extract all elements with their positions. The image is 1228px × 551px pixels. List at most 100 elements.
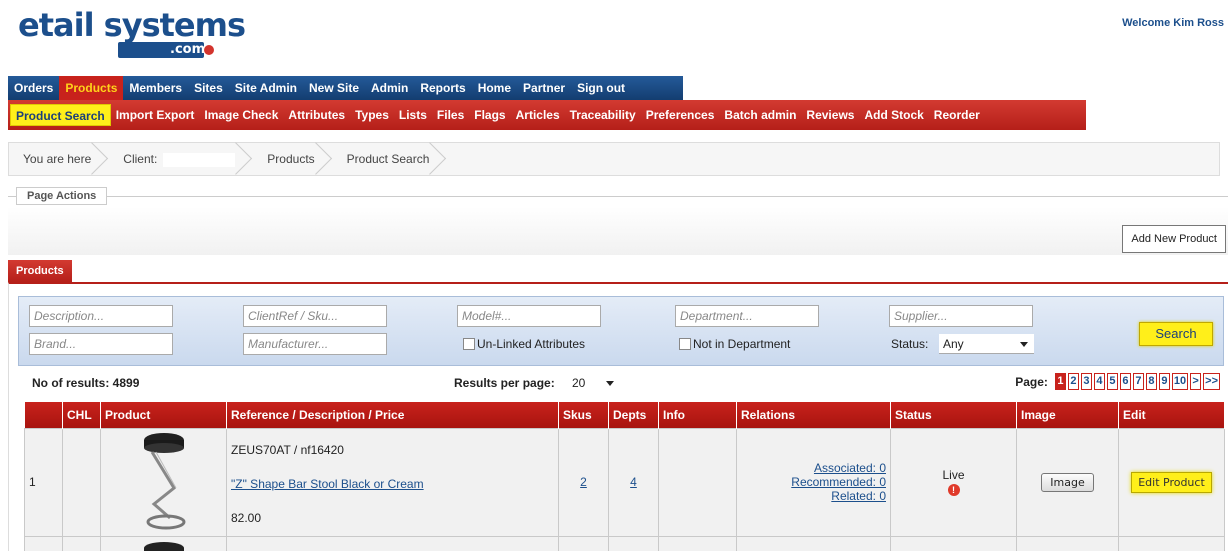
manufacturer-input[interactable]: Manufacturer... (243, 333, 387, 355)
col-header-skus[interactable]: Skus (558, 402, 609, 428)
products-table: CHL Product Reference / Description / Pr… (24, 402, 1225, 551)
subnav-preferences[interactable]: Preferences (641, 104, 720, 126)
results-bar: No of results: 4899 Results per page: 20… (18, 370, 1224, 398)
row-skus-cell (558, 535, 609, 551)
nav-members[interactable]: Members (123, 76, 188, 100)
product-description-link[interactable]: "Z" Shape Bar Stool Black or Cream (231, 477, 554, 491)
main-nav: Orders Products Members Sites Site Admin… (8, 76, 1228, 100)
description-input[interactable]: Description... (29, 305, 173, 327)
page-link-8[interactable]: 8 (1145, 373, 1157, 390)
row-relations-cell: Associated: 0 Recommended: 0 Related: 0 (736, 427, 891, 537)
recommended-link[interactable]: Recommended: 0 (741, 475, 886, 489)
row-info-cell (658, 535, 737, 551)
col-header-relations[interactable]: Relations (736, 402, 891, 428)
nav-reports[interactable]: Reports (414, 76, 471, 100)
col-header-chl[interactable]: CHL (62, 402, 101, 428)
col-header-reference[interactable]: Reference / Description / Price (226, 402, 559, 428)
page-next-button[interactable]: > (1190, 373, 1202, 390)
related-link[interactable]: Related: 0 (741, 489, 886, 503)
clientref-input[interactable]: ClientRef / Sku... (243, 305, 387, 327)
unlinked-checkbox-box[interactable] (463, 338, 475, 350)
nav-sign-out[interactable]: Sign out (571, 76, 631, 100)
nav-admin[interactable]: Admin (365, 76, 414, 100)
subnav-import-export[interactable]: Import Export (111, 104, 200, 126)
not-in-department-checkbox[interactable]: Not in Department (679, 337, 790, 351)
product-reference-code: ZEUS70AT / nf16420 (231, 443, 344, 457)
supplier-input[interactable]: Supplier... (889, 305, 1033, 327)
warning-icon[interactable]: ! (947, 484, 960, 496)
department-input[interactable]: Department... (675, 305, 819, 327)
subnav-attributes[interactable]: Attributes (283, 104, 350, 126)
subnav-articles[interactable]: Articles (511, 104, 565, 126)
col-header-depts[interactable]: Depts (608, 402, 659, 428)
search-form: Description... ClientRef / Sku... Model#… (18, 296, 1224, 366)
row-chl-cell (62, 427, 101, 537)
crumb-you-are-here: You are here (9, 143, 109, 175)
page-link-10[interactable]: 10 (1171, 373, 1189, 390)
depts-link[interactable]: 4 (630, 475, 637, 489)
subnav-image-check[interactable]: Image Check (199, 104, 283, 126)
table-row: 1 ZEUS70AT / nf16420 "Z" Shape Bar Stool… (24, 427, 1225, 537)
page-link-5[interactable]: 5 (1106, 373, 1118, 390)
brand-input[interactable]: Brand... (29, 333, 173, 355)
page-link-4[interactable]: 4 (1093, 373, 1105, 390)
skus-link[interactable]: 2 (580, 475, 587, 489)
sub-nav: Product Search Import Export Image Check… (8, 100, 1228, 130)
edit-product-button[interactable]: Edit Product (1131, 471, 1212, 493)
nav-sites[interactable]: Sites (188, 76, 229, 100)
page-link-9[interactable]: 9 (1158, 373, 1170, 390)
not-in-department-label: Not in Department (693, 337, 791, 351)
page-link-7[interactable]: 7 (1132, 373, 1144, 390)
subnav-add-stock[interactable]: Add Stock (859, 104, 928, 126)
pagination: Page: 1 2 3 4 5 6 7 8 9 10 > >> (1015, 373, 1220, 390)
page-link-6[interactable]: 6 (1119, 373, 1131, 390)
next-product-thumbnail[interactable] (143, 542, 184, 551)
nav-site-admin[interactable]: Site Admin (229, 76, 303, 100)
crumb-client[interactable]: Client: (109, 143, 253, 175)
page-link-1[interactable]: 1 (1054, 373, 1066, 390)
associated-link[interactable]: Associated: 0 (741, 461, 886, 475)
subnav-types[interactable]: Types (350, 104, 394, 126)
crumb-product-search[interactable]: Product Search (333, 143, 448, 175)
search-button[interactable]: Search (1139, 322, 1213, 346)
bar-stool-thumbnail[interactable] (140, 430, 188, 534)
subnav-batch-admin[interactable]: Batch admin (719, 104, 801, 126)
page-last-button[interactable]: >> (1203, 373, 1220, 390)
subnav-product-search[interactable]: Product Search (10, 104, 111, 126)
subnav-reviews[interactable]: Reviews (801, 104, 859, 126)
not-in-dept-checkbox-box[interactable] (679, 338, 691, 350)
page-link-2[interactable]: 2 (1067, 373, 1079, 390)
row-depts-cell: 4 (608, 427, 659, 537)
tab-products[interactable]: Products (8, 260, 72, 282)
image-button[interactable]: Image (1041, 472, 1094, 492)
page-link-3[interactable]: 3 (1080, 373, 1092, 390)
nav-products[interactable]: Products (59, 76, 124, 100)
col-header-info[interactable]: Info (658, 402, 737, 428)
row-reference-cell (226, 535, 559, 551)
nav-home[interactable]: Home (472, 76, 517, 100)
nav-new-site[interactable]: New Site (303, 76, 365, 100)
unlinked-attributes-label: Un-Linked Attributes (477, 337, 586, 351)
col-header-status[interactable]: Status (890, 402, 1017, 428)
etail-logo[interactable]: etail systems .com (18, 8, 246, 58)
subnav-lists[interactable]: Lists (394, 104, 432, 126)
col-header-edit[interactable]: Edit (1118, 402, 1225, 428)
row-relations-cell (736, 535, 891, 551)
subnav-reorder[interactable]: Reorder (929, 104, 985, 126)
page-label: Page: (1015, 374, 1048, 389)
status-select[interactable]: Any (939, 334, 1034, 354)
subnav-flags[interactable]: Flags (469, 104, 510, 126)
model-input[interactable]: Model#... (457, 305, 601, 327)
results-per-page-select[interactable]: 20 (568, 373, 618, 393)
nav-partner[interactable]: Partner (517, 76, 571, 100)
subnav-traceability[interactable]: Traceability (565, 104, 641, 126)
nav-orders[interactable]: Orders (8, 76, 59, 100)
unlinked-attributes-checkbox[interactable]: Un-Linked Attributes (463, 337, 585, 351)
add-new-product-button[interactable]: Add New Product (1122, 225, 1226, 253)
crumb-products[interactable]: Products (253, 143, 332, 175)
row-reference-cell: ZEUS70AT / nf16420 "Z" Shape Bar Stool B… (226, 427, 559, 537)
col-header-product[interactable]: Product (100, 402, 227, 428)
subnav-files[interactable]: Files (432, 104, 469, 126)
col-header-image[interactable]: Image (1016, 402, 1119, 428)
row-depts-cell (608, 535, 659, 551)
